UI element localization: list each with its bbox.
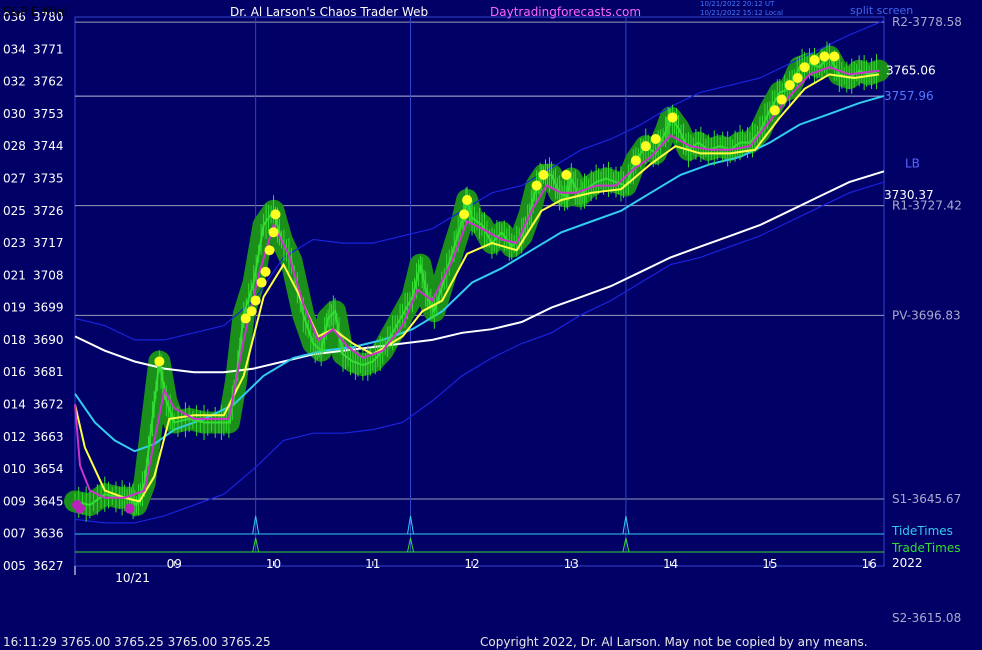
- y-right-tick-label: 3672: [33, 398, 64, 412]
- high-marker: [829, 51, 840, 62]
- x-tick-label: 15: [762, 557, 777, 571]
- high-marker: [260, 266, 271, 277]
- y-left-tick-label: 034: [3, 42, 26, 56]
- y-left-tick-label: 007: [3, 527, 26, 541]
- year-label: 2022: [892, 556, 923, 570]
- pivot-label: R2-3778.58: [892, 15, 962, 29]
- pivot-label: PV-3696.83: [892, 308, 961, 322]
- y-right-tick-label: 3627: [33, 559, 64, 573]
- y-right-tick-label: 3681: [33, 365, 64, 379]
- pivot-label: S2-3615.08: [892, 611, 961, 625]
- y-left-tick-label: 028: [3, 139, 26, 153]
- y-right-tick-label: 3771: [33, 42, 64, 56]
- y-left-tick-label: 014: [3, 398, 26, 412]
- pivot-label: S1-3645.67: [892, 492, 961, 506]
- high-marker: [246, 306, 257, 317]
- long-ema-value-label: 3730.37: [884, 188, 934, 202]
- high-marker: [809, 55, 820, 66]
- high-marker: [640, 141, 651, 152]
- high-marker: [784, 80, 795, 91]
- date-label: 10/21: [115, 571, 150, 585]
- y-right-tick-label: 3735: [33, 171, 64, 185]
- extra-level-label: 3757.96: [884, 89, 934, 103]
- high-marker: [531, 180, 542, 191]
- last-quote: 16:11:29 3765.00 3765.25 3765.00 3765.25: [3, 635, 271, 649]
- y-right-tick-label: 3762: [33, 75, 64, 89]
- ut-time-label: 10/21/2022 20:12 UT: [700, 0, 775, 8]
- high-marker: [256, 277, 267, 288]
- high-marker: [154, 356, 165, 367]
- y-left-tick-label: 005: [3, 559, 26, 573]
- copyright: Copyright 2022, Dr. Al Larson. May not b…: [480, 635, 868, 649]
- long-ema-line: [74, 170, 885, 374]
- high-marker: [561, 169, 572, 180]
- y-left-tick-label: 009: [3, 494, 26, 508]
- y-right-tick-label: 3753: [33, 107, 64, 121]
- y-left-tick-label: 019: [3, 301, 26, 315]
- high-marker: [667, 112, 678, 123]
- upper-band-line: [74, 20, 885, 341]
- y-left-tick-label: 021: [3, 268, 26, 282]
- high-marker: [792, 73, 803, 83]
- y-left-tick-label: 012: [3, 430, 26, 444]
- high-marker: [270, 209, 281, 220]
- low-marker: [74, 503, 85, 514]
- low-marker: [124, 503, 135, 514]
- x-tick-label: 11: [365, 557, 380, 571]
- lb-label: LB: [905, 157, 920, 171]
- y-left-tick-label: 025: [3, 204, 26, 218]
- y-right-tick-label: 3708: [33, 268, 64, 282]
- y-right-tick-label: 3645: [33, 494, 64, 508]
- x-tick-label: 16: [861, 557, 876, 571]
- x-tick-label: 14: [663, 557, 678, 571]
- high-marker: [462, 195, 473, 205]
- y-right-tick-label: 3636: [33, 527, 64, 541]
- y-right-tick-label: 3744: [33, 139, 64, 153]
- high-marker: [538, 169, 549, 180]
- y-right-tick-label: 3690: [33, 333, 64, 347]
- high-marker: [819, 51, 830, 62]
- x-tick-label: 09: [167, 557, 182, 571]
- high-marker: [776, 94, 787, 105]
- price-chart: 036 3780034 3771032 3762030 3753028 3744027 37…: [3, 10, 962, 625]
- y-right-tick-label: 3699: [33, 301, 64, 315]
- high-marker: [769, 105, 780, 116]
- site-link[interactable]: Daytradingforecasts.com: [490, 5, 641, 19]
- slow-ema-line: [74, 94, 885, 453]
- high-marker: [650, 134, 661, 144]
- y-left-tick-label: 023: [3, 236, 26, 250]
- high-marker: [630, 155, 641, 166]
- high-marker: [264, 245, 275, 256]
- x-tick-label: 12: [464, 557, 479, 571]
- high-marker: [268, 227, 279, 238]
- plot-frame: [74, 16, 885, 567]
- y-right-tick-label: 3654: [33, 462, 64, 476]
- local-time-label: 10/21/2022 15:12 Local: [700, 9, 784, 17]
- symbol-label: S&P E-Mini: [3, 5, 68, 19]
- y-left-tick-label: 027: [3, 171, 26, 185]
- y-left-tick-label: 010: [3, 462, 26, 476]
- high-marker: [459, 209, 470, 220]
- split-screen-link[interactable]: split screen: [850, 4, 913, 17]
- chart-window: { "header": { "symbol": "S&P E-Mini", "t…: [0, 0, 982, 650]
- y-right-tick-label: 3717: [33, 236, 64, 250]
- tide-times-label: TideTimes: [891, 524, 953, 538]
- x-tick-label: 10: [266, 557, 281, 571]
- y-left-tick-label: 016: [3, 365, 26, 379]
- x-tick-label: 13: [564, 557, 579, 571]
- high-marker: [250, 295, 261, 306]
- y-right-tick-label: 3726: [33, 204, 64, 218]
- y-left-tick-label: 030: [3, 107, 26, 121]
- y-left-tick-label: 032: [3, 75, 26, 89]
- y-right-tick-label: 3663: [33, 430, 64, 444]
- last-price-label: 3765.06: [886, 64, 936, 78]
- y-left-tick-label: 018: [3, 333, 26, 347]
- trade-times-label: TradeTimes: [891, 541, 960, 555]
- high-marker: [799, 62, 810, 73]
- chart-title: Dr. Al Larson's Chaos Trader Web: [230, 5, 429, 19]
